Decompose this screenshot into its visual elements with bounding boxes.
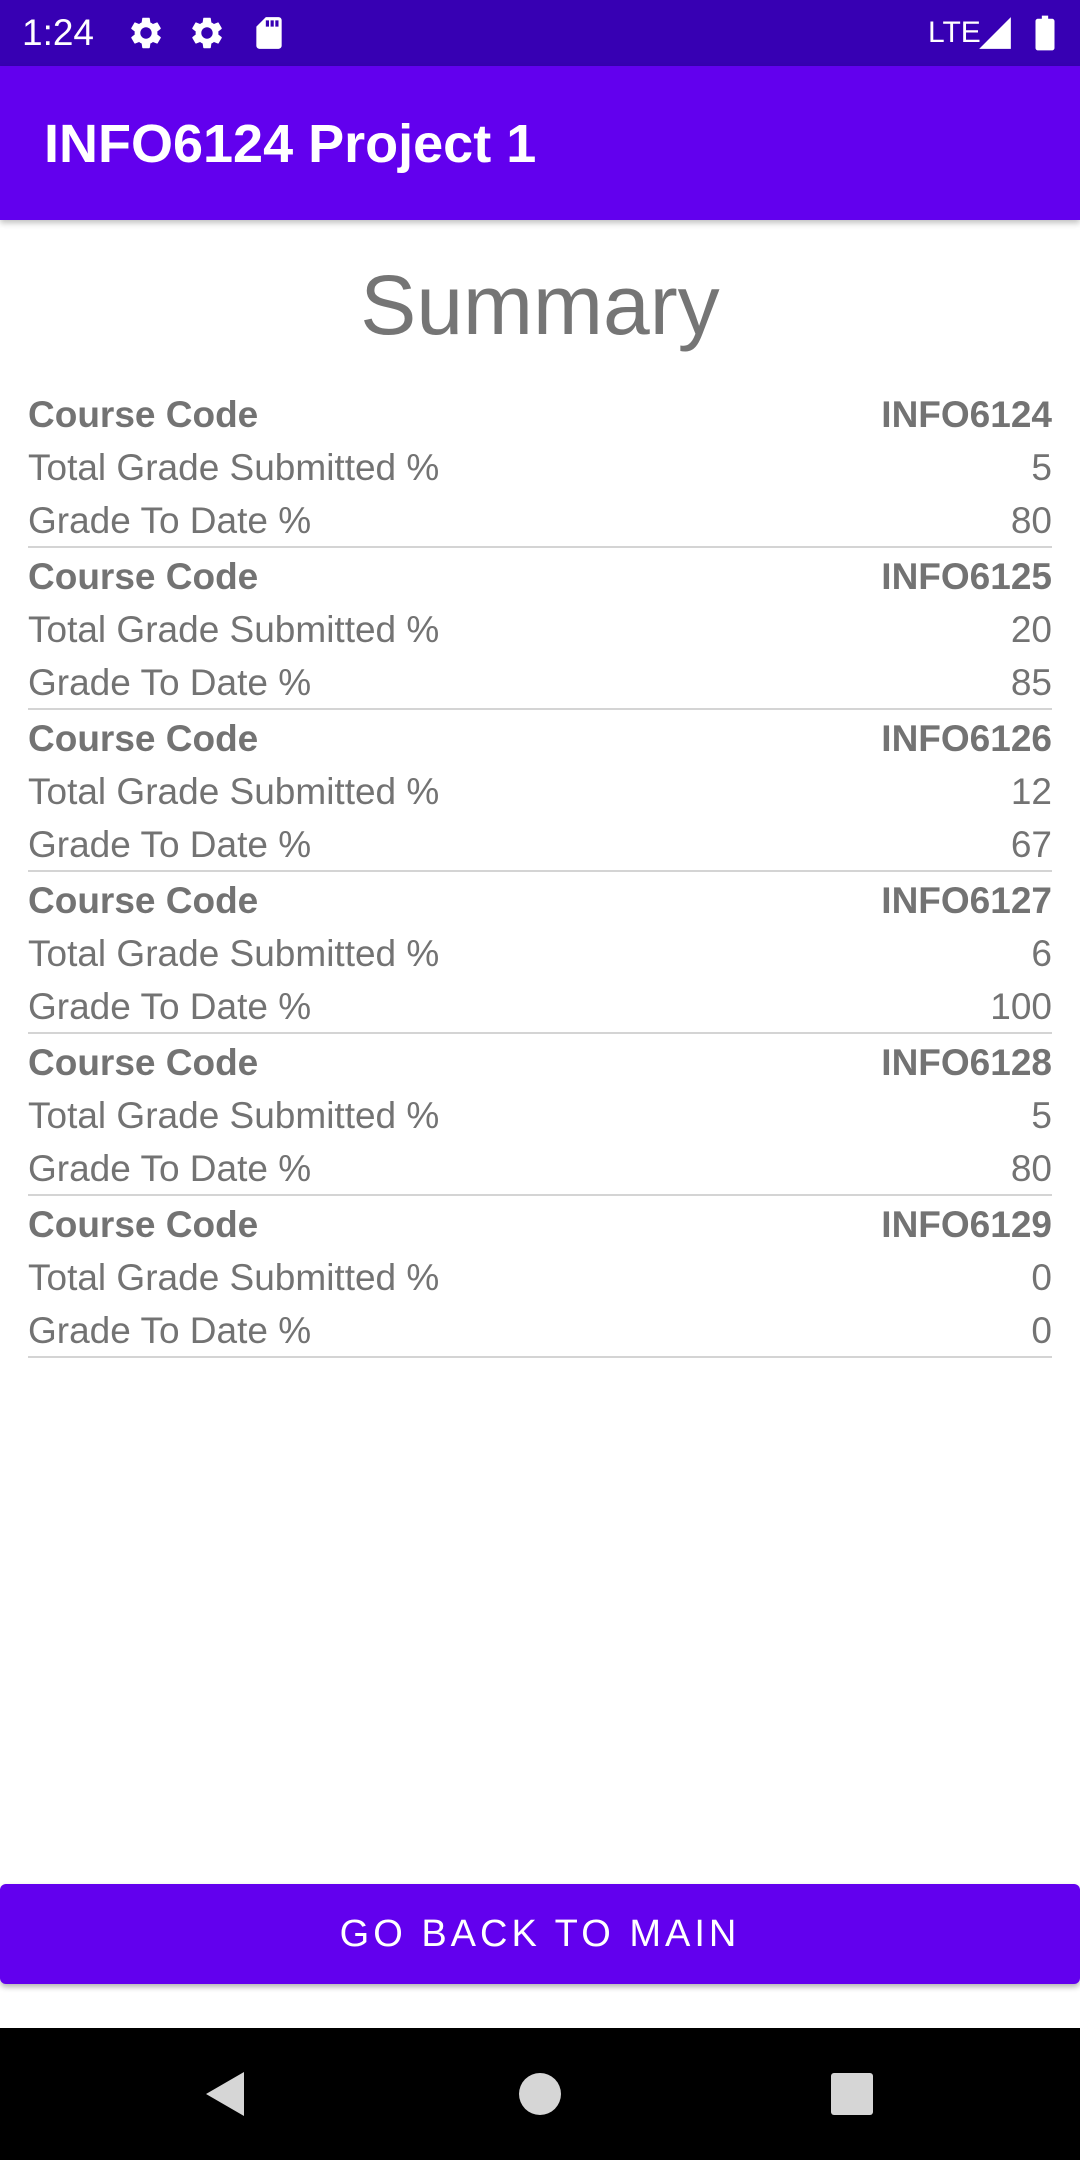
grade-to-date-row: Grade To Date % 80 bbox=[28, 1142, 1052, 1195]
course-code-label: Course Code bbox=[28, 393, 259, 435]
course-code-value: INFO6129 bbox=[881, 1203, 1052, 1245]
course-code-label: Course Code bbox=[28, 1041, 259, 1083]
grade-to-date-value: 0 bbox=[1031, 1309, 1052, 1351]
network-type-label: LTE bbox=[928, 16, 981, 49]
course-code-row: Course Code INFO6128 bbox=[28, 1036, 1052, 1089]
go-back-to-main-button[interactable]: GO BACK TO MAIN bbox=[0, 1884, 1080, 1984]
sd-card-icon bbox=[256, 17, 282, 49]
course-code-row: Course Code INFO6127 bbox=[28, 874, 1052, 927]
grade-to-date-label: Grade To Date % bbox=[28, 661, 312, 703]
app-title: INFO6124 Project 1 bbox=[44, 114, 537, 174]
total-submitted-label: Total Grade Submitted % bbox=[28, 932, 440, 974]
total-submitted-row: Total Grade Submitted % 5 bbox=[28, 441, 1052, 494]
total-submitted-value: 5 bbox=[1031, 1094, 1052, 1136]
grade-to-date-value: 80 bbox=[1010, 499, 1052, 541]
total-submitted-label: Total Grade Submitted % bbox=[28, 770, 440, 812]
total-submitted-label: Total Grade Submitted % bbox=[28, 1256, 440, 1298]
battery-icon bbox=[1035, 15, 1055, 51]
total-submitted-label: Total Grade Submitted % bbox=[28, 1094, 440, 1136]
course-card: Course Code INFO6124 Total Grade Submitt… bbox=[28, 388, 1052, 548]
home-icon[interactable] bbox=[510, 2064, 570, 2124]
grade-to-date-value: 100 bbox=[990, 985, 1052, 1027]
grade-to-date-row: Grade To Date % 0 bbox=[28, 1304, 1052, 1357]
total-submitted-value: 20 bbox=[1010, 608, 1052, 650]
total-submitted-label: Total Grade Submitted % bbox=[28, 446, 440, 488]
grade-to-date-value: 67 bbox=[1010, 823, 1052, 865]
course-card: Course Code INFO6128 Total Grade Submitt… bbox=[28, 1036, 1052, 1196]
back-icon[interactable] bbox=[196, 2064, 256, 2124]
total-submitted-row: Total Grade Submitted % 0 bbox=[28, 1251, 1052, 1304]
total-submitted-value: 5 bbox=[1031, 446, 1052, 488]
course-code-row: Course Code INFO6124 bbox=[28, 388, 1052, 441]
grade-to-date-value: 85 bbox=[1010, 661, 1052, 703]
grade-to-date-label: Grade To Date % bbox=[28, 499, 312, 541]
signal-icon bbox=[979, 17, 1011, 49]
total-submitted-row: Total Grade Submitted % 20 bbox=[28, 603, 1052, 656]
course-code-value: INFO6124 bbox=[881, 393, 1052, 435]
course-code-value: INFO6127 bbox=[881, 879, 1052, 921]
course-code-label: Course Code bbox=[28, 879, 259, 921]
course-card: Course Code INFO6129 Total Grade Submitt… bbox=[28, 1198, 1052, 1358]
course-code-label: Course Code bbox=[28, 1203, 259, 1245]
course-card: Course Code INFO6125 Total Grade Submitt… bbox=[28, 550, 1052, 710]
total-submitted-value: 0 bbox=[1031, 1256, 1052, 1298]
grade-to-date-label: Grade To Date % bbox=[28, 823, 312, 865]
course-code-row: Course Code INFO6129 bbox=[28, 1198, 1052, 1251]
grade-to-date-row: Grade To Date % 85 bbox=[28, 656, 1052, 709]
grade-to-date-row: Grade To Date % 80 bbox=[28, 494, 1052, 547]
course-code-value: INFO6128 bbox=[881, 1041, 1052, 1083]
total-submitted-row: Total Grade Submitted % 12 bbox=[28, 765, 1052, 818]
course-code-row: Course Code INFO6125 bbox=[28, 550, 1052, 603]
course-code-row: Course Code INFO6126 bbox=[28, 712, 1052, 765]
grade-to-date-value: 80 bbox=[1010, 1147, 1052, 1189]
course-code-label: Course Code bbox=[28, 555, 259, 597]
status-bar: 1:24 LTE bbox=[0, 0, 1080, 66]
course-list: Course Code INFO6124 Total Grade Submitt… bbox=[28, 388, 1052, 1360]
total-submitted-label: Total Grade Submitted % bbox=[28, 608, 440, 650]
status-time: 1:24 bbox=[22, 12, 95, 53]
course-code-value: INFO6126 bbox=[881, 717, 1052, 759]
page-title: Summary bbox=[360, 258, 720, 352]
navigation-bar bbox=[0, 2028, 1080, 2160]
course-code-value: INFO6125 bbox=[881, 555, 1052, 597]
course-card: Course Code INFO6127 Total Grade Submitt… bbox=[28, 874, 1052, 1034]
grade-to-date-label: Grade To Date % bbox=[28, 1309, 312, 1351]
grade-to-date-label: Grade To Date % bbox=[28, 1147, 312, 1189]
course-code-label: Course Code bbox=[28, 717, 259, 759]
total-submitted-value: 12 bbox=[1010, 770, 1052, 812]
course-card: Course Code INFO6126 Total Grade Submitt… bbox=[28, 712, 1052, 872]
grade-to-date-row: Grade To Date % 67 bbox=[28, 818, 1052, 871]
gear-icon bbox=[131, 17, 161, 49]
total-submitted-row: Total Grade Submitted % 5 bbox=[28, 1089, 1052, 1142]
screen: 1:24 LTE INFO6124 Project 1 Summary Cour… bbox=[0, 0, 1080, 2160]
total-submitted-row: Total Grade Submitted % 6 bbox=[28, 927, 1052, 980]
recents-icon[interactable] bbox=[822, 2064, 882, 2124]
total-submitted-value: 6 bbox=[1031, 932, 1052, 974]
grade-to-date-row: Grade To Date % 100 bbox=[28, 980, 1052, 1033]
app-bar: INFO6124 Project 1 bbox=[0, 66, 1080, 220]
gear-icon bbox=[192, 17, 222, 49]
grade-to-date-label: Grade To Date % bbox=[28, 985, 312, 1027]
